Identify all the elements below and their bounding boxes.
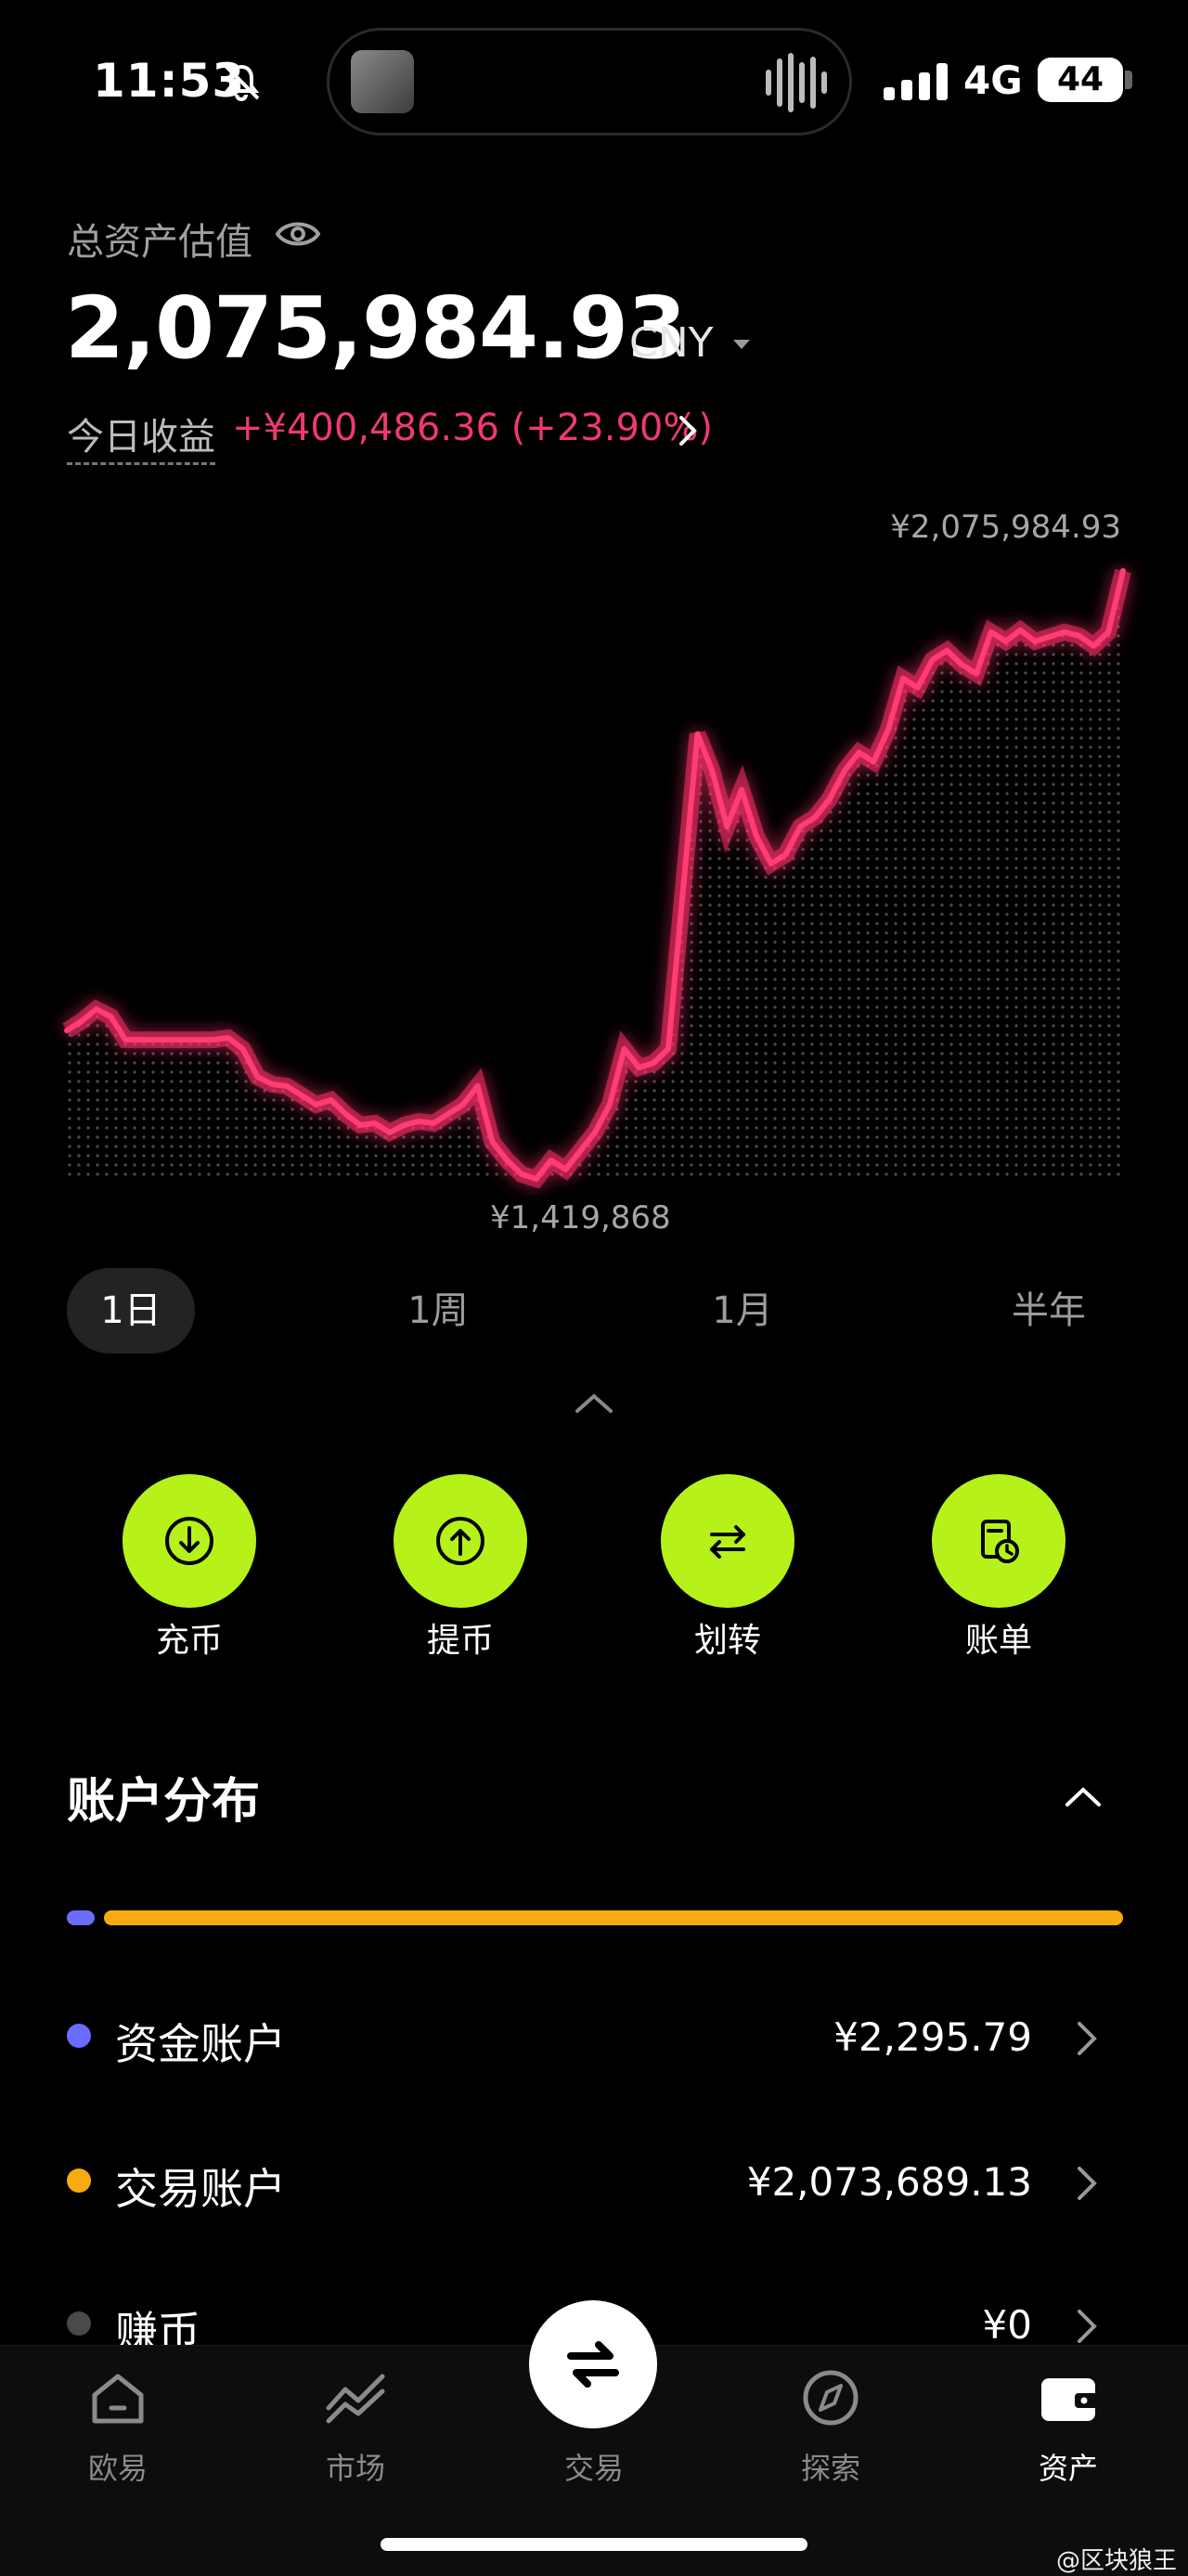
signal-strength-icon — [884, 63, 948, 100]
chevron-right-icon[interactable] — [1075, 2018, 1099, 2059]
swap-icon — [567, 2341, 619, 2388]
total-assets-label: 总资产估值 — [67, 221, 252, 264]
tab-assets[interactable]: 资产 — [994, 2445, 1143, 2488]
now-playing-thumbnail[interactable] — [351, 50, 414, 113]
chart-max-label: ¥2,075,984.93 — [890, 509, 1121, 546]
tab-explore[interactable]: 探索 — [756, 2445, 905, 2488]
bill-button[interactable] — [932, 1474, 1065, 1608]
home-icon[interactable] — [87, 2369, 148, 2427]
bill-icon — [981, 1520, 1019, 1563]
period-1d[interactable]: 1日 — [67, 1268, 195, 1353]
fund-account-name[interactable]: 资金账户 — [115, 2011, 286, 2072]
total-assets-value: 2,075,984.93 — [65, 278, 687, 378]
battery-tip — [1125, 71, 1132, 89]
transfer-label[interactable]: 划转 — [635, 1613, 820, 1662]
audio-wave-icon — [766, 53, 827, 112]
deposit-button[interactable] — [123, 1474, 256, 1608]
distribution-bar-trade — [104, 1910, 1123, 1925]
earn-account-dot — [67, 2311, 91, 2336]
asset-chart[interactable] — [0, 483, 1188, 1244]
compass-icon[interactable] — [800, 2369, 861, 2427]
wallet-icon[interactable] — [1038, 2369, 1099, 2427]
market-chart-icon[interactable] — [325, 2369, 386, 2427]
deposit-icon — [165, 1517, 213, 1565]
period-6m[interactable]: 半年 — [984, 1268, 1114, 1353]
transfer-button[interactable] — [661, 1474, 794, 1608]
today-pnl-value[interactable]: +¥400,486.36 (+23.90%) — [232, 407, 713, 449]
chevron-up-icon[interactable] — [1062, 1782, 1104, 1810]
bell-muted-icon — [223, 64, 260, 101]
withdraw-icon — [436, 1517, 484, 1565]
bill-label[interactable]: 账单 — [906, 1613, 1091, 1662]
trade-center-button[interactable] — [529, 2300, 657, 2428]
tab-trade[interactable]: 交易 — [520, 2445, 668, 2488]
currency-selector[interactable]: CNY — [629, 319, 714, 367]
caret-down-icon[interactable] — [733, 340, 750, 349]
period-1m[interactable]: 1月 — [678, 1268, 807, 1353]
chevron-up-icon[interactable] — [572, 1389, 616, 1417]
home-indicator[interactable] — [381, 2538, 807, 2551]
distribution-bar-fund — [67, 1910, 95, 1925]
withdraw-button[interactable] — [394, 1474, 527, 1608]
tab-okx[interactable]: 欧易 — [44, 2445, 192, 2488]
fund-account-value[interactable]: ¥2,295.79 — [833, 2014, 1032, 2060]
eye-icon[interactable] — [275, 215, 321, 252]
chart-min-label: ¥1,419,868 — [490, 1199, 671, 1236]
watermark: @区块狼王 — [1055, 2547, 1177, 2575]
network-type: 4G — [963, 58, 1023, 103]
battery-level: 44 — [1038, 58, 1123, 102]
today-pnl-label[interactable]: 今日收益 — [67, 407, 215, 465]
trade-account-name[interactable]: 交易账户 — [115, 2155, 286, 2217]
period-1w[interactable]: 1周 — [373, 1268, 503, 1353]
tab-market[interactable]: 市场 — [281, 2445, 430, 2488]
chevron-right-icon[interactable] — [676, 412, 702, 449]
withdraw-label[interactable]: 提币 — [368, 1613, 553, 1662]
chevron-right-icon[interactable] — [1075, 2306, 1099, 2347]
trade-account-dot — [67, 2168, 91, 2193]
fund-account-dot — [67, 2024, 91, 2048]
trade-account-value[interactable]: ¥2,073,689.13 — [747, 2159, 1032, 2205]
earn-account-value[interactable]: ¥0 — [983, 2302, 1032, 2348]
transfer-icon — [710, 1525, 745, 1559]
distribution-title: 账户分布 — [67, 1774, 261, 1830]
chevron-right-icon[interactable] — [1075, 2163, 1099, 2204]
deposit-label[interactable]: 充币 — [97, 1613, 282, 1662]
